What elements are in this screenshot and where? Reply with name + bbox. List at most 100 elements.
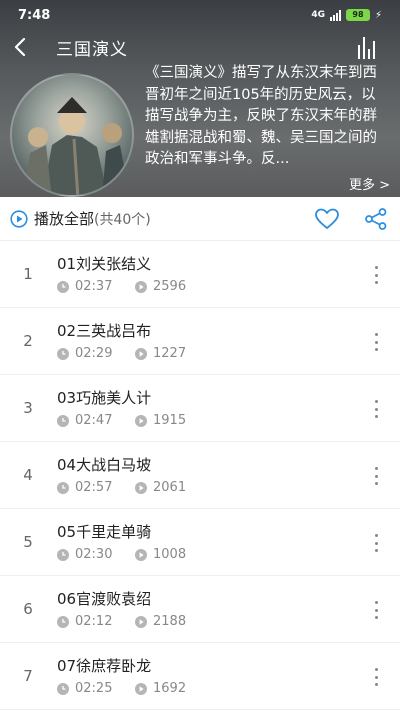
episode-number: 7 [23,667,33,685]
clock-icon [57,682,69,695]
status-time: 7:48 [18,7,51,23]
episode-meta: 02:25 1692 [57,681,186,696]
episode-row[interactable]: 4 04大战白马坡 02:57 2061 [0,442,400,509]
duration-text: 02:47 [75,413,113,428]
play-all-button[interactable]: 播放全部 (共40个) [10,208,151,229]
play-count-icon [135,481,147,494]
plays-text: 2188 [153,614,187,629]
episode-title: 05千里走单骑 [57,523,152,541]
episode-plays: 2188 [135,614,186,629]
episode-duration: 02:57 [57,480,135,495]
episode-plays: 2596 [135,279,186,294]
episode-duration: 02:47 [57,413,135,428]
page-title: 三国演义 [56,39,128,60]
album-description: 《三国演义》描写了从东汉末年到西晋初年之间近105年的历史风云，以描写战争为主，… [145,65,377,168]
play-count-icon [135,682,147,695]
episode-duration: 02:37 [57,279,135,294]
more-button[interactable]: 更多 > [349,174,390,193]
episode-plays: 1915 [135,413,186,428]
clock-icon [57,615,69,628]
episode-duration: 02:29 [57,346,135,361]
episode-count: (共40个) [94,211,151,228]
episode-meta: 02:37 2596 [57,279,186,294]
episode-number: 6 [23,600,33,618]
episode-title: 03巧施美人计 [57,389,152,407]
play-count-icon [135,414,147,427]
heart-icon [315,208,339,229]
more-label: 更多 > [348,178,390,193]
episode-number: 2 [23,332,33,350]
equalizer-button[interactable] [358,35,380,59]
duration-text: 02:37 [75,279,113,294]
play-count-icon [135,347,147,360]
episode-duration: 02:30 [57,547,135,562]
episode-row[interactable]: 5 05千里走单骑 02:30 1008 [0,509,400,576]
charging-icon: ⚡ [374,9,382,21]
network-type: 4G [311,10,325,20]
duration-text: 02:12 [75,614,113,629]
share-button[interactable] [364,207,388,231]
status-bar: 7:48 4G 98 ⚡ [0,0,400,30]
more-options-icon[interactable] [368,330,384,354]
episode-list: 1 01刘关张结义 02:37 2596 2 02三英战吕布 02:29 1227 3 03巧施美… [0,241,400,710]
more-options-icon[interactable] [368,464,384,488]
battery-icon: 98 [345,9,370,21]
action-row: 播放全部 (共40个) [0,197,400,241]
back-arrow-icon [14,38,26,56]
duration-text: 02:25 [75,681,113,696]
clock-icon [57,280,69,293]
episode-meta: 02:29 1227 [57,346,186,361]
clock-icon [57,414,69,427]
top-bar: 三国演义 [0,30,400,64]
clock-icon [57,347,69,360]
duration-text: 02:29 [75,346,113,361]
more-options-icon[interactable] [368,397,384,421]
favorite-button[interactable] [314,207,340,231]
duration-text: 02:57 [75,480,113,495]
episode-row[interactable]: 7 07徐庶荐卧龙 02:25 1692 [0,643,400,710]
episode-meta: 02:47 1915 [57,413,186,428]
episode-title: 07徐庶荐卧龙 [57,657,152,675]
episode-meta: 02:30 1008 [57,547,186,562]
back-button[interactable] [0,30,40,64]
play-count-icon [135,280,147,293]
play-count-icon [135,548,147,561]
episode-number: 4 [23,466,33,484]
play-all-label: 播放全部 [34,210,95,228]
more-options-icon[interactable] [368,263,384,287]
episode-title: 02三英战吕布 [57,322,152,340]
episode-title: 01刘关张结义 [57,255,152,273]
episode-row[interactable]: 1 01刘关张结义 02:37 2596 [0,241,400,308]
episode-duration: 02:12 [57,614,135,629]
episode-number: 3 [23,399,33,417]
plays-text: 1227 [153,346,187,361]
more-options-icon[interactable] [368,665,384,689]
episode-row[interactable]: 3 03巧施美人计 02:47 1915 [0,375,400,442]
album-cover [10,73,134,197]
episode-number: 1 [23,265,33,283]
episode-meta: 02:57 2061 [57,480,186,495]
share-icon [365,208,387,230]
plays-text: 1692 [153,681,187,696]
play-count-icon [135,615,147,628]
episode-plays: 1692 [135,681,186,696]
episode-plays: 1008 [135,547,186,562]
clock-icon [57,548,69,561]
status-indicators: 4G 98 ⚡ [311,9,382,21]
album-header: 7:48 4G 98 ⚡ 三国演义 《三国演义》描写了从东汉末年到西晋初年之间近… [0,0,400,197]
plays-text: 2596 [153,279,187,294]
episode-meta: 02:12 2188 [57,614,186,629]
episode-plays: 1227 [135,346,186,361]
duration-text: 02:30 [75,547,113,562]
more-options-icon[interactable] [368,598,384,622]
episode-row[interactable]: 6 06官渡败袁绍 02:12 2188 [0,576,400,643]
cover-illustration [22,97,130,195]
episode-row[interactable]: 2 02三英战吕布 02:29 1227 [0,308,400,375]
clock-icon [57,481,69,494]
episode-duration: 02:25 [57,681,135,696]
plays-text: 1915 [153,413,187,428]
signal-icon [329,9,341,21]
more-options-icon[interactable] [368,531,384,555]
episode-title: 06官渡败袁绍 [57,590,152,608]
plays-text: 1008 [153,547,187,562]
